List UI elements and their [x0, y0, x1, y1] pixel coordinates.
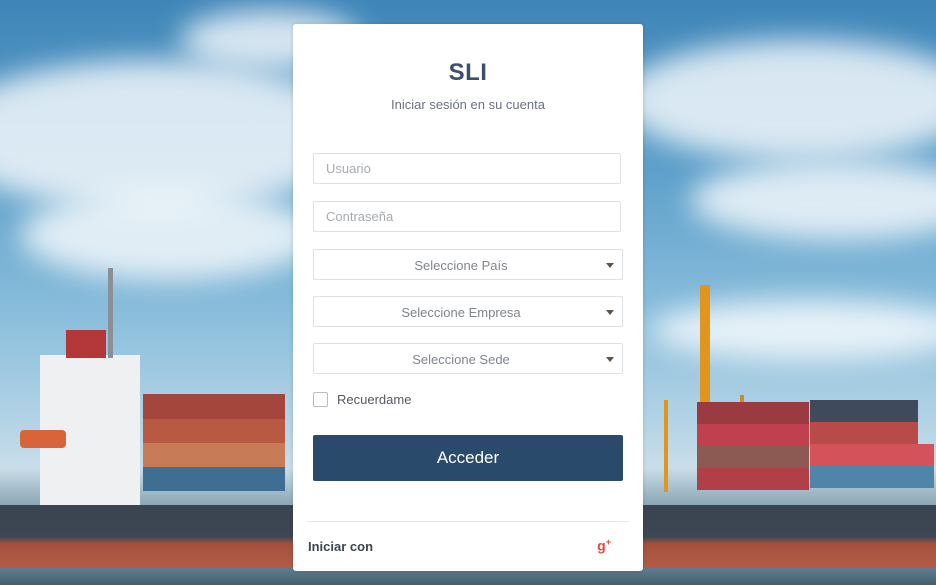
country-select[interactable]: Seleccione País — [313, 249, 623, 280]
remember-me[interactable]: Recuerdame — [313, 392, 411, 407]
divider — [307, 521, 629, 522]
company-select[interactable]: Seleccione Empresa — [313, 296, 623, 327]
site-select[interactable]: Seleccione Sede — [313, 343, 623, 374]
google-plus-icon[interactable]: g+ — [597, 537, 611, 554]
login-subtitle: Iniciar sesión en su cuenta — [391, 97, 545, 112]
username-input[interactable] — [313, 153, 621, 184]
country-select-label: Seleccione País — [414, 258, 508, 273]
remember-label: Recuerdame — [337, 392, 412, 407]
chevron-down-icon — [606, 263, 614, 268]
chevron-down-icon — [606, 357, 614, 362]
brand-title: SLI — [448, 59, 488, 86]
chevron-down-icon — [606, 310, 614, 315]
remember-checkbox[interactable] — [313, 392, 328, 407]
site-select-label: Seleccione Sede — [412, 352, 510, 367]
company-select-label: Seleccione Empresa — [401, 305, 521, 320]
login-with-label: Iniciar con — [308, 539, 374, 554]
password-input[interactable] — [313, 201, 621, 232]
login-card: SLI Iniciar sesión en su cuenta Seleccio… — [293, 24, 643, 571]
login-button[interactable]: Acceder — [313, 435, 623, 481]
